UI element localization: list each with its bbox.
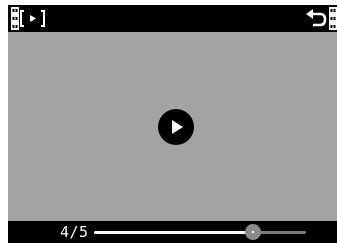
top-bar [8,5,337,32]
return-back-icon[interactable] [303,7,337,30]
bottom-bar: 4/5 [8,221,337,243]
playback-screen: 4/5 [8,5,337,243]
clip-counter: 4/5 [60,223,89,241]
thumb-dot [252,231,254,233]
progress-fill [94,231,253,234]
progress-thumb[interactable] [245,224,261,240]
play-icon [172,120,183,134]
progress-track[interactable] [94,224,306,240]
play-button[interactable] [158,109,194,145]
video-playback-mode-icon[interactable] [10,7,50,30]
